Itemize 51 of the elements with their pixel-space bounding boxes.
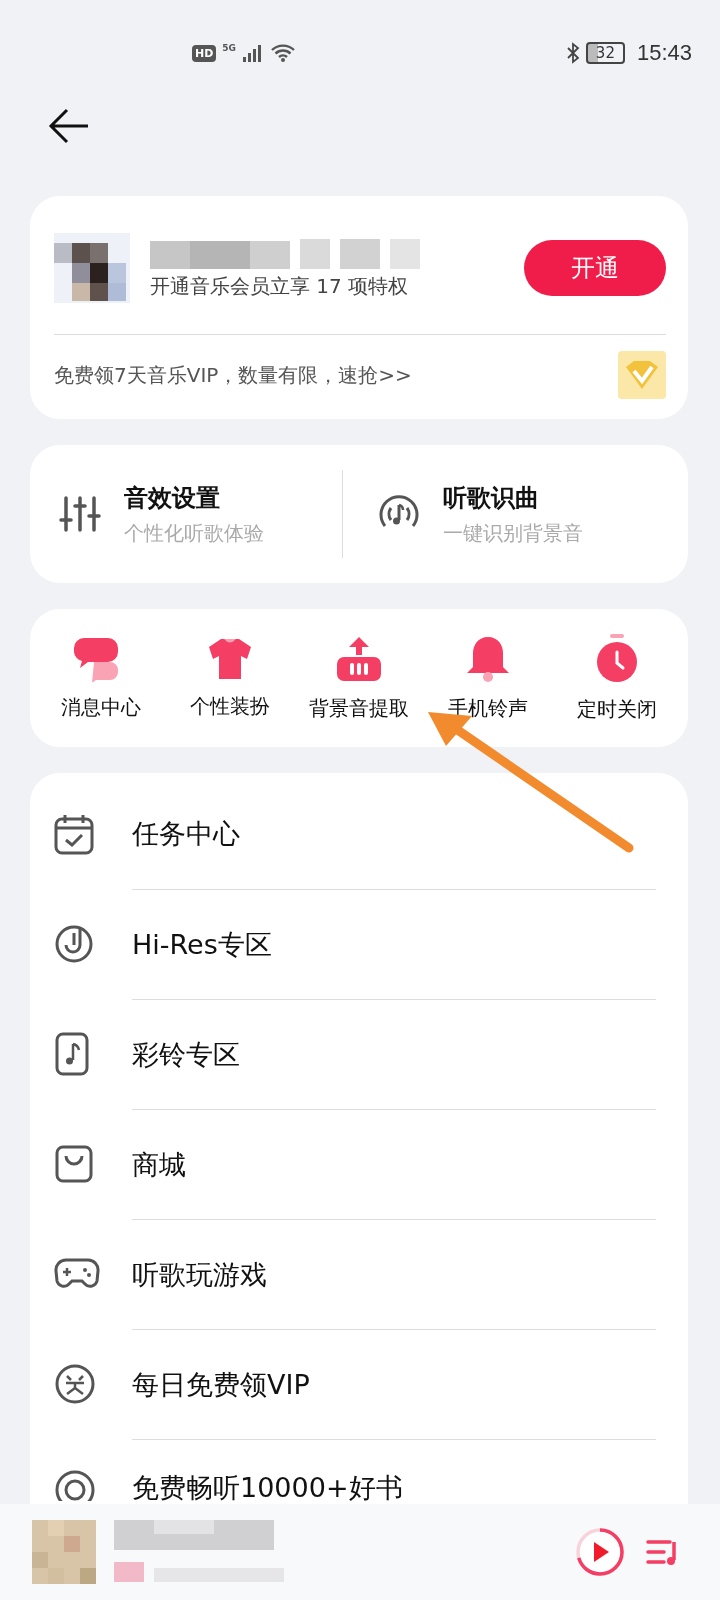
upload-bars-icon bbox=[335, 634, 383, 683]
vip-badge-icon bbox=[618, 351, 666, 399]
hd-badge: HD bbox=[192, 44, 217, 62]
network-label: 5G bbox=[222, 43, 236, 53]
member-subtitle: 开通音乐会员立享 17 项特权 bbox=[150, 272, 410, 300]
calendar-check-icon bbox=[54, 813, 94, 855]
shopping-bag-icon bbox=[54, 1144, 94, 1184]
menu-item[interactable]: 商城 bbox=[54, 1109, 656, 1219]
menu-item[interactable]: 听歌玩游戏 bbox=[54, 1219, 656, 1329]
feature-subtitle: 一键识别背景音 bbox=[442, 519, 583, 547]
menu-item[interactable]: 任务中心 bbox=[54, 779, 656, 889]
menu-label: 免费畅听10000+好书 bbox=[132, 1474, 403, 1501]
hires-icon bbox=[54, 924, 94, 964]
feature-item[interactable]: 音效设置 个性化听歌体验 bbox=[58, 481, 342, 547]
gamepad-icon bbox=[54, 1257, 100, 1291]
menu-item[interactable]: Hi-Res专区 bbox=[54, 889, 656, 999]
feature-subtitle: 个性化听歌体验 bbox=[124, 519, 264, 547]
shirt-icon bbox=[206, 636, 253, 681]
menu-item[interactable]: 彩铃专区 bbox=[54, 999, 656, 1109]
shortcut-label: 个性装扮 bbox=[189, 692, 270, 720]
shortcut-item[interactable]: 背景音提取 bbox=[294, 634, 424, 722]
shortcut-item[interactable]: 定时关闭 bbox=[552, 633, 682, 723]
activate-button[interactable]: 开通 bbox=[524, 240, 666, 296]
wifi-icon bbox=[270, 43, 296, 63]
battery-level: 32 bbox=[585, 42, 625, 64]
menu-label: 每日免费领VIP bbox=[132, 1367, 310, 1402]
feature-title: 听歌识曲 bbox=[442, 482, 540, 514]
shortcut-label: 消息中心 bbox=[60, 693, 141, 721]
shortcut-label: 手机铃声 bbox=[448, 694, 529, 722]
shortcut-item[interactable]: 手机铃声 bbox=[423, 634, 553, 722]
clock: 15:43 bbox=[636, 40, 692, 66]
prize-icon bbox=[54, 1363, 96, 1405]
menu-label: 商城 bbox=[132, 1147, 186, 1182]
promo-link[interactable]: 免费领7天音乐VIP，数量有限，速抢>> bbox=[54, 361, 412, 389]
menu-label: 任务中心 bbox=[132, 817, 240, 851]
shortcut-item[interactable]: 消息中心 bbox=[36, 635, 166, 721]
play-button[interactable] bbox=[574, 1526, 626, 1578]
menu-label: Hi-Res专区 bbox=[132, 927, 272, 962]
back-icon[interactable] bbox=[48, 108, 90, 144]
shortcut-label: 背景音提取 bbox=[309, 694, 409, 722]
bell-icon bbox=[465, 634, 512, 683]
menu-label: 彩铃专区 bbox=[132, 1037, 240, 1072]
phone-music-icon bbox=[54, 1032, 90, 1076]
signal-icon bbox=[242, 43, 264, 63]
menu-label: 听歌玩游戏 bbox=[132, 1257, 267, 1292]
feature-item[interactable]: 听歌识曲 一键识别背景音 bbox=[342, 481, 660, 547]
shortcut-label: 定时关闭 bbox=[577, 695, 658, 723]
feature-title: 音效设置 bbox=[124, 482, 221, 514]
menu-item[interactable]: 每日免费领VIP bbox=[54, 1329, 656, 1439]
shortcut-item[interactable]: 个性装扮 bbox=[165, 636, 295, 720]
bluetooth-icon bbox=[565, 42, 580, 64]
